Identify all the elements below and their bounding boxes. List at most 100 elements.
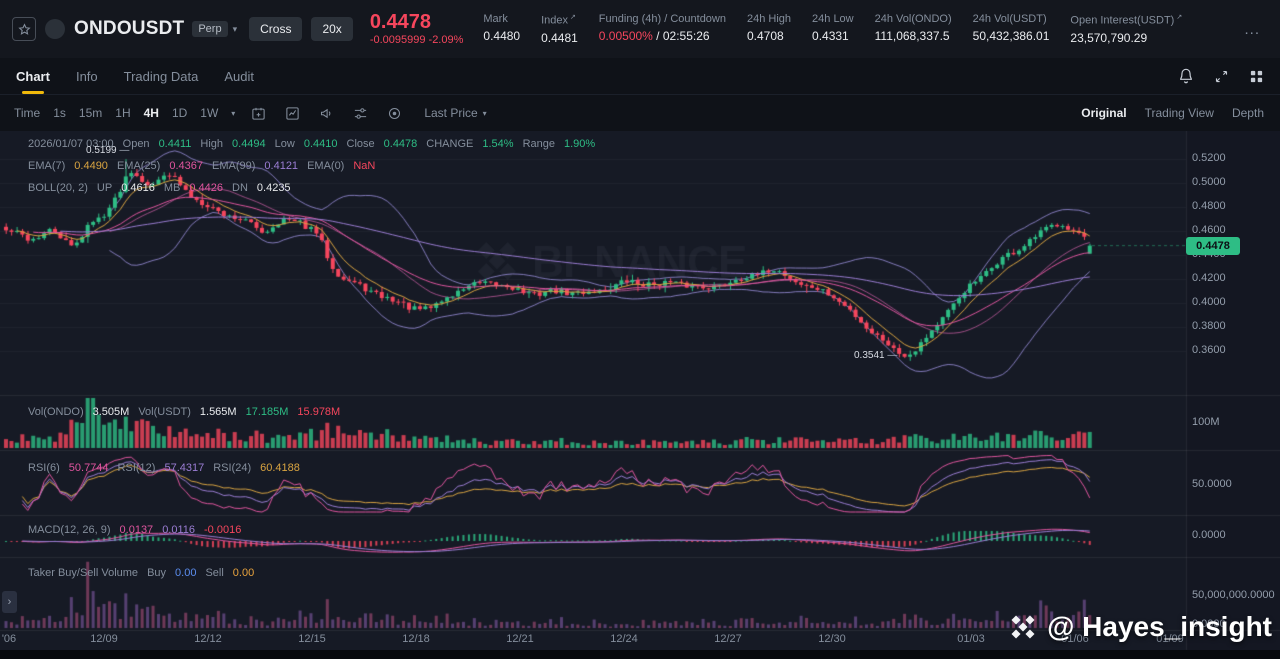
legend-value: 0.4121 [264, 160, 299, 172]
legend-value: 0.4494 [232, 138, 266, 150]
date-axis-tick: 01/03 [957, 633, 985, 645]
price-type-dropdown[interactable]: Last Price ▾ [424, 106, 486, 120]
price-axis-tick: 0.4200 [1192, 272, 1226, 284]
rsi-legend: RSI(6) 50.7744 RSI(12) 57.4317 RSI(24) 60.418… [28, 462, 300, 474]
leverage-button[interactable]: 20x [311, 17, 353, 41]
chart-edit-icon[interactable] [285, 106, 300, 121]
legend-value: 0.4410 [303, 138, 338, 150]
legend-label: Vol(USDT) [138, 406, 191, 418]
interval-1s[interactable]: 1s [53, 106, 66, 120]
calendar-icon[interactable] [251, 106, 266, 121]
margin-mode-button[interactable]: Cross [249, 17, 303, 41]
fullscreen-icon[interactable] [1214, 69, 1229, 84]
legend-label: EMA(25) [116, 160, 161, 172]
symbol-title[interactable]: ONDOUSDT [74, 18, 184, 40]
interval-1h[interactable]: 1H [115, 106, 130, 120]
legend-value: 0.4411 [158, 138, 192, 150]
panel-expand-icon[interactable]: › [2, 591, 17, 613]
interval-time[interactable]: Time [14, 106, 40, 120]
header-stat-open-interest-usdt-[interactable]: Open Interest(USDT) ↗ 23,570,790.29 [1070, 13, 1182, 45]
date-axis-tick: 12/24 [610, 633, 638, 645]
interval-1w[interactable]: 1W [200, 106, 218, 120]
header-stat-24h-low: 24h Low 0.4331 [812, 13, 854, 44]
legend-value: 0.00 [232, 567, 255, 579]
interval-4h[interactable]: 4H [144, 106, 159, 120]
alert-bell-icon[interactable] [1178, 68, 1194, 84]
legend-value: 0.0116 [162, 524, 196, 536]
price-axis-tick: 0.4600 [1192, 224, 1226, 236]
interval-1d[interactable]: 1D [172, 106, 187, 120]
price-axis-tick: 0.4800 [1192, 200, 1226, 212]
legend-label: EMA(7) [28, 160, 66, 172]
chart-area: 2026/01/07 03:00 Open 0.4411 High 0.4494 Low 0… [0, 131, 1280, 659]
legend-value: 0.4426 [189, 182, 224, 194]
header: ONDOUSDT Perp ▾ Cross 20x 0.4478 -0.0095… [0, 0, 1280, 58]
legend-label: High [200, 138, 224, 150]
legend-label: DN [232, 182, 248, 194]
current-price-badge: 0.4478 [1186, 237, 1240, 255]
legend-value: -0.0016 [204, 524, 242, 536]
tab-info[interactable]: Info [76, 58, 98, 94]
volume-axis-tick: 100M [1192, 416, 1220, 428]
last-price: 0.4478 [369, 11, 431, 34]
period-high-marker: 0.5199 [86, 145, 129, 156]
view-tab-depth[interactable]: Depth [1232, 106, 1264, 120]
credit-watermark: @ Hayes_insight [1007, 611, 1272, 643]
price-block: 0.4478 -0.0095999 -2.09% [370, 12, 464, 46]
header-stat-index[interactable]: Index ↗ 0.4481 [541, 13, 578, 45]
legend-value: 1.565M [199, 406, 237, 418]
legend-value: 0.4367 [169, 160, 203, 172]
bottom-strip [0, 650, 1280, 659]
legend-label: Buy [147, 567, 167, 579]
legend-label: Close [346, 138, 375, 150]
rsi-axis-tick: 50.0000 [1192, 478, 1232, 490]
legend-value: 60.4188 [260, 462, 300, 474]
legend-label: RSI(6) [28, 462, 60, 474]
layout-grid-icon[interactable] [1249, 69, 1264, 84]
coin-logo [45, 19, 65, 39]
price-type-label: Last Price [424, 106, 478, 120]
legend-value: NaN [353, 160, 376, 172]
legend-label: RSI(24) [213, 462, 252, 474]
tab-chart[interactable]: Chart [16, 58, 50, 94]
header-stat-mark: Mark 0.4480 [483, 13, 521, 44]
legend-value: 1.54% [482, 138, 514, 150]
date-axis-tick: '06 [1, 633, 17, 645]
tab-audit[interactable]: Audit [224, 58, 254, 94]
volume-legend: Vol(ONDO) 3.505M Vol(USDT) 1.565M 17.185M 15.… [28, 406, 340, 418]
target-icon[interactable] [387, 106, 402, 121]
tab-trading-data[interactable]: Trading Data [124, 58, 199, 94]
chevron-down-icon[interactable]: ▾ [233, 24, 238, 35]
legend-value: 0.00 [175, 567, 197, 579]
legend-label: Range [522, 138, 555, 150]
price-axis-tick: 0.3800 [1192, 320, 1226, 332]
view-tab-original[interactable]: Original [1081, 106, 1126, 120]
view-tab-trading-view[interactable]: Trading View [1145, 106, 1214, 120]
interval-15m[interactable]: 15m [79, 106, 102, 120]
favorite-star-icon[interactable] [12, 17, 36, 41]
macd-axis-tick: 0.0000 [1192, 529, 1226, 541]
legend-value: 0.0137 [119, 524, 154, 536]
price-axis-tick: 0.3600 [1192, 344, 1226, 356]
date-axis-tick: 12/27 [714, 633, 742, 645]
sliders-icon[interactable] [353, 106, 368, 121]
period-low-marker: 0.3541 [854, 350, 897, 361]
date-axis-tick: 12/18 [402, 633, 430, 645]
date-axis-tick: 12/09 [90, 633, 118, 645]
legend-value: 0.4490 [74, 160, 108, 172]
interval-dropdown-icon[interactable]: ▾ [231, 109, 235, 118]
price-axis-tick: 0.5200 [1192, 152, 1226, 164]
legend-value: 1.90% [563, 138, 596, 150]
legend-value: 50.7744 [68, 462, 109, 474]
market-type-badge[interactable]: Perp [192, 21, 228, 37]
more-options-button[interactable]: ... [1238, 20, 1266, 39]
legend-value: 3.505M [92, 406, 130, 418]
legend-label: BOLL(20, 2) [28, 182, 88, 194]
price-change: -0.0095999 -2.09% [369, 33, 464, 46]
price-chart-canvas[interactable] [0, 131, 1280, 659]
legend-label: MACD(12, 26, 9) [28, 524, 111, 536]
boll-legend: BOLL(20, 2) UP 0.4616 MB 0.4426 DN 0.4235 [28, 182, 291, 194]
legend-label: RSI(12) [117, 462, 156, 474]
legend-label: Vol(ONDO) [28, 406, 84, 418]
megaphone-icon[interactable] [319, 106, 334, 121]
